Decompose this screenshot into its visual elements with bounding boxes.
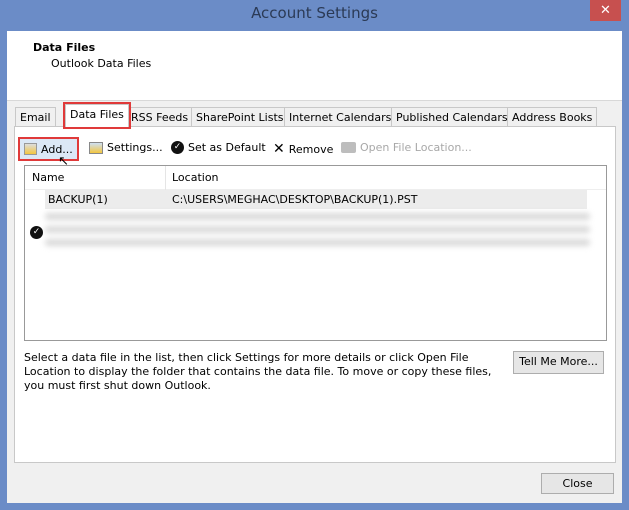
default-checkmark-icon: ✓ xyxy=(30,226,43,239)
set-default-label: Set as Default xyxy=(188,141,266,154)
open-location-label: Open File Location... xyxy=(360,141,472,154)
row-name: BACKUP(1) xyxy=(48,193,108,206)
column-location[interactable]: Location xyxy=(172,171,219,184)
tell-me-more-button[interactable]: Tell Me More... xyxy=(513,351,604,374)
row-location: C:\USERS\MEGHAC\DESKTOP\BACKUP(1).PST xyxy=(172,193,418,206)
list-header: Name Location xyxy=(25,166,606,190)
tab-sharepoint-lists[interactable]: SharePoint Lists xyxy=(191,107,289,126)
close-button[interactable]: Close xyxy=(541,473,614,494)
tab-address-books[interactable]: Address Books xyxy=(507,107,598,126)
list-row[interactable]: BACKUP(1) C:\USERS\MEGHAC\DESKTOP\BACKUP… xyxy=(45,190,587,209)
remove-x-icon: ✕ xyxy=(273,141,285,157)
tab-published-calendars[interactable]: Published Calendars xyxy=(391,107,513,126)
column-name[interactable]: Name xyxy=(32,171,64,184)
folder-icon xyxy=(341,142,356,153)
column-divider xyxy=(165,166,166,190)
set-default-button[interactable]: ✓ Set as Default xyxy=(171,141,266,154)
blurred-rows xyxy=(45,213,590,246)
tab-rss-feeds[interactable]: RSS Feeds xyxy=(126,107,194,126)
remove-button[interactable]: ✕ Remove xyxy=(273,141,333,157)
help-text: Select a data file in the list, then cli… xyxy=(24,351,492,392)
header: Data Files Outlook Data Files xyxy=(7,31,622,101)
add-file-icon xyxy=(24,143,37,155)
settings-icon xyxy=(89,141,103,154)
mouse-cursor-icon: ↖ xyxy=(58,154,69,169)
tab-email[interactable]: Email xyxy=(15,107,56,126)
window-title: Account Settings xyxy=(251,4,378,22)
remove-label: Remove xyxy=(288,142,334,156)
close-icon[interactable]: ✕ xyxy=(590,0,621,21)
dialog-body: Data Files Outlook Data Files Email Data… xyxy=(7,31,622,503)
header-subtitle: Outlook Data Files xyxy=(51,57,152,70)
checkmark-icon: ✓ xyxy=(171,141,184,154)
tab-internet-calendars[interactable]: Internet Calendars xyxy=(284,107,397,126)
data-files-list[interactable]: Name Location BACKUP(1) C:\USERS\MEGHAC\… xyxy=(24,165,607,341)
tab-panel: Add... Settings... ✓ Set as Default ✕ Re… xyxy=(14,126,616,463)
settings-label: Settings... xyxy=(107,141,163,154)
settings-button[interactable]: Settings... xyxy=(89,141,163,154)
open-file-location-button[interactable]: Open File Location... xyxy=(341,141,472,154)
tab-data-files[interactable]: Data Files xyxy=(63,102,131,129)
add-button[interactable]: Add... xyxy=(18,137,79,161)
header-title: Data Files xyxy=(33,41,96,54)
